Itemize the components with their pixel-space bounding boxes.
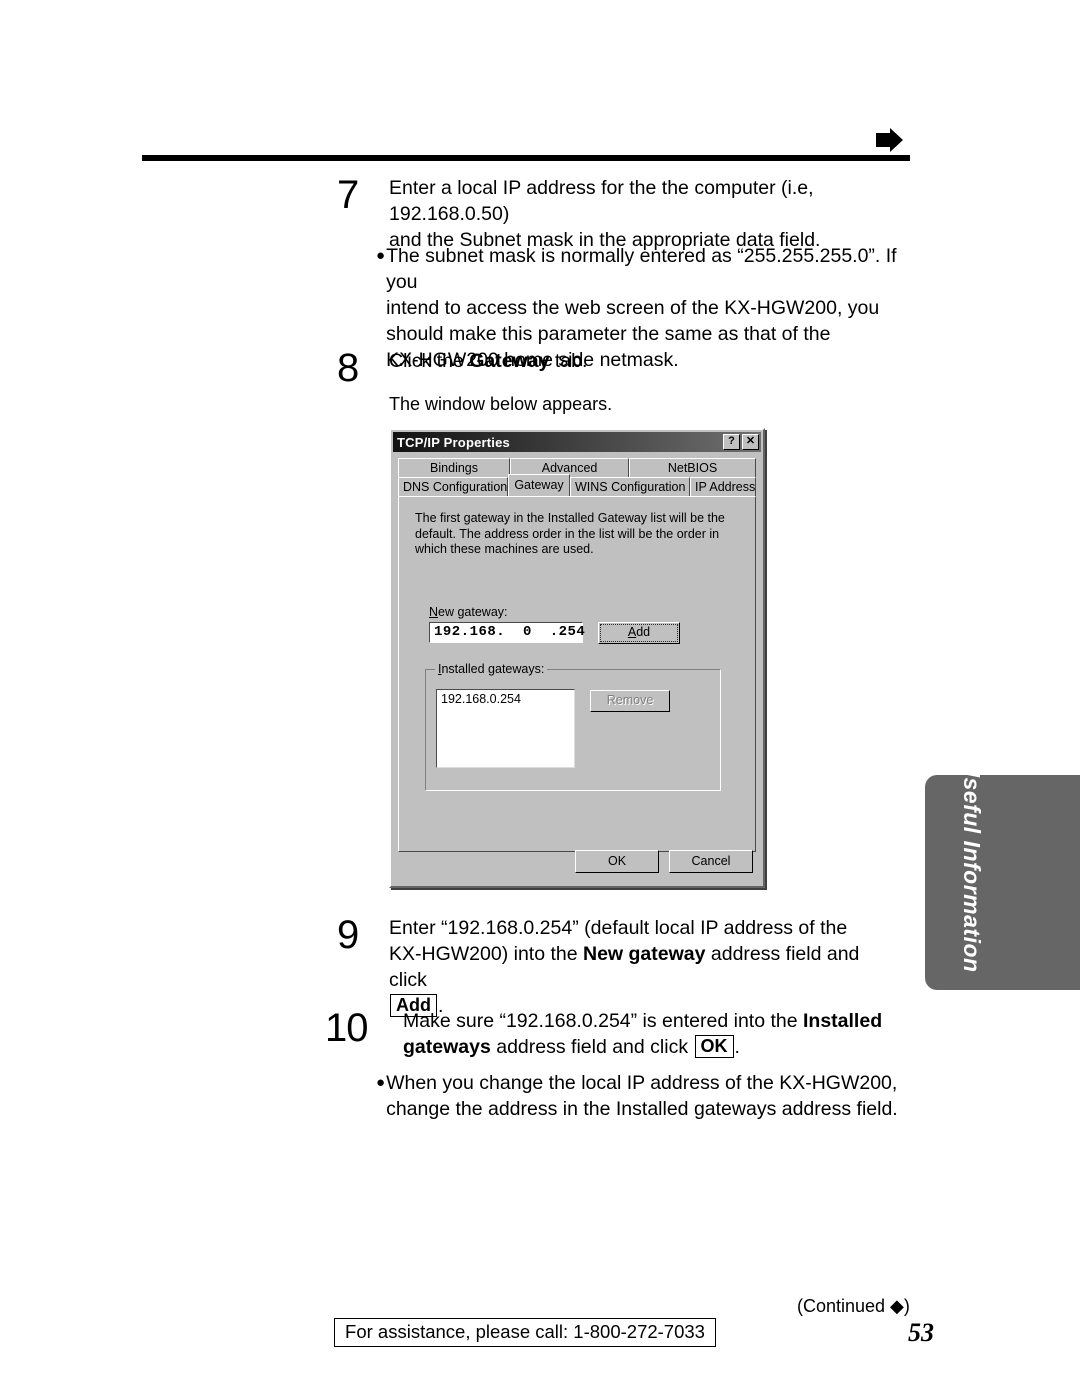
bullet-line-2: intend to access the web screen of the K… (386, 297, 880, 319)
installed-gateways-label-rest: nstalled gateways: (441, 662, 545, 676)
new-gateway-input[interactable]: 192.168. 0 .254 (429, 622, 585, 643)
tab-ip-address[interactable]: IP Address (690, 477, 756, 496)
step-9: 9 Enter “192.168.0.254” (default local I… (337, 915, 897, 1019)
step-9-number: 9 (337, 913, 360, 957)
step-10-number: 10 (325, 1006, 369, 1050)
bullet-change-address: ● When you change the local IP address o… (376, 1070, 916, 1122)
dialog-title: TCP/IP Properties (397, 434, 510, 450)
dialog-titlebar[interactable]: TCP/IP Properties ? ✕ (393, 432, 761, 452)
step-9-line-2: KX-HGW200) into the New gateway address … (389, 941, 897, 993)
close-icon[interactable]: ✕ (742, 434, 759, 450)
gateway-description: The first gateway in the Installed Gatew… (415, 511, 725, 556)
remove-label-rest: emove (615, 693, 654, 707)
tab-gateway[interactable]: Gateway (508, 474, 570, 496)
add-label-rest: dd (636, 625, 651, 639)
step-10: 10 Make sure “192.168.0.254” is entered … (325, 1008, 895, 1060)
step-8-note: The window below appears. (389, 392, 612, 416)
section-tab-label: Useful Information (959, 760, 985, 973)
tab-wins-configuration[interactable]: WINS Configuration (570, 477, 690, 496)
new-gateway-accel: N (429, 605, 439, 619)
step-7-number: 7 (337, 173, 360, 217)
continued-marker: (Continued ◆) (797, 1296, 910, 1316)
step-8-suffix: tab. (549, 350, 588, 372)
add-button-label: Add (600, 624, 678, 642)
step-9-line-1: Enter “192.168.0.254” (default local IP … (389, 917, 848, 939)
step-8-prefix: Click the (389, 350, 470, 372)
bullet-line-2: change the address in the Installed gate… (386, 1098, 898, 1120)
bullet-dot-icon: ● (376, 1074, 386, 1091)
step-8: 8 Click the Gateway tab. (337, 348, 737, 388)
step-8-note-text: The window below appears. (389, 394, 613, 414)
ok-keycap: OK (694, 1035, 734, 1058)
step-9-bold: New gateway (583, 943, 706, 965)
step-10-bold-1: Installed (803, 1010, 883, 1032)
step-7-text: Enter a local IP address for the the com… (389, 175, 917, 253)
remove-accel: R (606, 693, 616, 707)
tab-netbios[interactable]: NetBIOS (629, 458, 756, 477)
step-9-part2: KX-HGW200) into the (389, 943, 583, 965)
new-gateway-label: New gateway: (429, 605, 508, 619)
step-8-text: Click the Gateway tab. (389, 348, 587, 374)
section-tab-useful-information: Useful Information (925, 760, 1080, 990)
list-item[interactable]: 192.168.0.254 (441, 692, 574, 706)
add-accel: A (627, 625, 637, 639)
tab-row-2: DNS Configuration Gateway WINS Configura… (398, 474, 756, 496)
tab-row-1: Bindings Advanced NetBIOS (398, 458, 756, 477)
add-button[interactable]: Add (598, 622, 680, 644)
dialog-button-bar: OK Cancel (391, 850, 763, 873)
step-8-number: 8 (337, 346, 360, 390)
tab-dns-configuration[interactable]: DNS Configuration (398, 477, 508, 496)
assistance-banner: For assistance, please call: 1-800-272-7… (334, 1318, 716, 1347)
gateway-tab-panel: The first gateway in the Installed Gatew… (398, 496, 756, 852)
step-8-line-1: Click the Gateway tab. (389, 348, 587, 374)
step-9-text: Enter “192.168.0.254” (default local IP … (389, 915, 897, 1019)
step-10-text: Make sure “192.168.0.254” is entered int… (403, 1008, 882, 1060)
step-8-bold: Gateway (469, 350, 550, 372)
tab-strip: Bindings Advanced NetBIOS DNS Configurat… (398, 458, 756, 496)
bullet-line-1: When you change the local IP address of … (386, 1072, 898, 1094)
step-10-part2: address field and click (490, 1036, 694, 1058)
step-10-bold-2: gateways (403, 1036, 491, 1058)
step-7: 7 Enter a local IP address for the the c… (337, 175, 917, 253)
step-10-line-1: Make sure “192.168.0.254” is entered int… (403, 1008, 882, 1034)
bullet-line-1: The subnet mask is normally entered as “… (386, 245, 897, 293)
bullet-change-address-text: When you change the local IP address of … (386, 1070, 916, 1122)
tab-bindings[interactable]: Bindings (398, 458, 511, 477)
new-gateway-label-rest: ew gateway: (438, 605, 508, 619)
remove-button[interactable]: Remove (590, 690, 670, 712)
page-number: 53 (908, 1318, 934, 1347)
step-10-part1: Make sure “192.168.0.254” is entered int… (403, 1010, 803, 1032)
tcpip-properties-dialog: TCP/IP Properties ? ✕ Bindings Advanced … (389, 428, 765, 888)
cancel-button[interactable]: Cancel (669, 850, 753, 873)
installed-gateways-label: Installed gateways: (435, 662, 548, 676)
step-7-line-1: Enter a local IP address for the the com… (389, 177, 814, 225)
ok-button[interactable]: OK (575, 850, 659, 873)
help-button[interactable]: ? (723, 434, 740, 450)
step-10-line-2: gateways address field and click OK. (403, 1034, 882, 1060)
header-divider (142, 155, 910, 161)
bullet-line-3: should make this parameter the same as t… (386, 323, 831, 345)
step-10-period: . (734, 1036, 740, 1058)
right-arrow-icon (876, 128, 903, 152)
installed-gateways-listbox[interactable]: 192.168.0.254 (436, 689, 575, 768)
